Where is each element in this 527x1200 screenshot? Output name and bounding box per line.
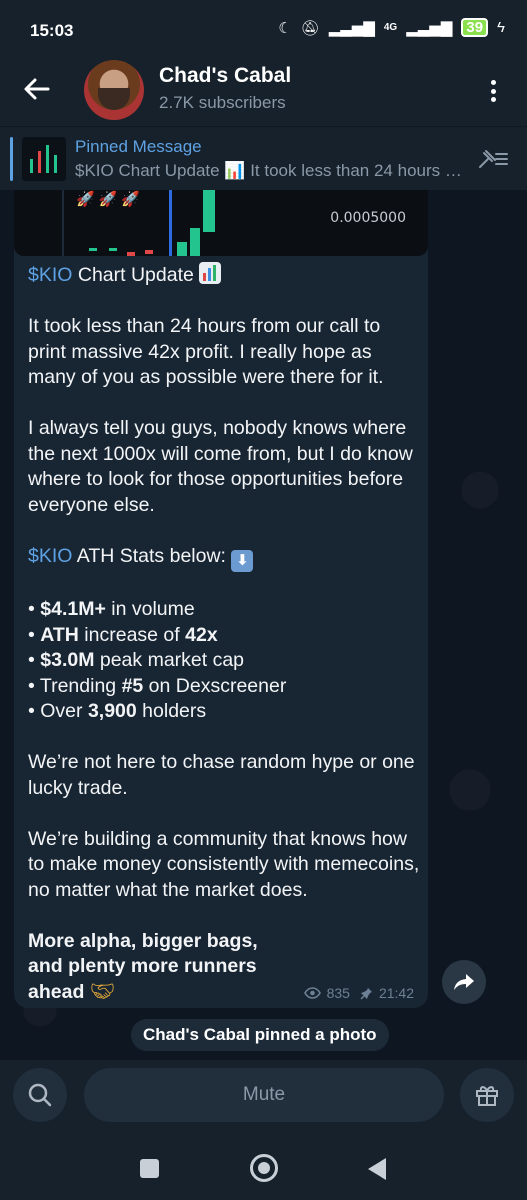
channel-title[interactable]: Chad's Cabal xyxy=(159,64,291,88)
bar-chart-icon xyxy=(199,262,222,284)
chart-candle xyxy=(203,190,215,232)
pinned-message-bar[interactable]: Pinned Message $KIO Chart Update 📊 It to… xyxy=(0,126,527,190)
signal-icon: ▂▃▅▇ xyxy=(328,19,375,37)
pinned-list-button[interactable] xyxy=(477,147,509,171)
pinned-title: Pinned Message xyxy=(75,137,202,156)
handshake-icon: 🤝︎ xyxy=(89,980,116,1003)
chart-price-label: 0.0005000 xyxy=(330,210,406,226)
list-item: • $3.0M peak market cap xyxy=(28,649,245,671)
chart-candle xyxy=(190,228,200,256)
message-paragraph-3: We’re not here to chase random hype or o… xyxy=(28,751,415,799)
pinned-indicator xyxy=(10,137,13,181)
pinned-thumbnail xyxy=(22,137,66,181)
stat-text: on Dexscreener xyxy=(143,674,287,697)
dot-icon xyxy=(490,80,496,85)
more-options-button[interactable] xyxy=(483,76,503,106)
mute-button[interactable]: Mute xyxy=(84,1068,444,1122)
view-count: 835 xyxy=(326,985,350,1001)
signal-icon-2: ▂▃▅▇ xyxy=(406,19,453,37)
share-arrow-icon xyxy=(454,974,474,990)
list-item: • Over 3,900 holders xyxy=(28,700,207,722)
chart-candle xyxy=(177,242,187,256)
stat-value: 42x xyxy=(185,623,218,646)
chart-candle xyxy=(127,252,135,256)
stat-text: Trending xyxy=(39,674,122,697)
chart-photo[interactable]: 🚀🚀🚀 0.0005000 xyxy=(14,190,428,256)
thumb-candle xyxy=(30,159,33,173)
stat-text: in volume xyxy=(105,598,195,620)
rocket-emojis: 🚀🚀🚀 xyxy=(76,191,145,208)
stat-text: increase of xyxy=(78,623,186,646)
chart-gridline xyxy=(62,190,64,256)
bottom-bar: Mute xyxy=(0,1060,527,1130)
stat-value: #5 xyxy=(121,674,144,697)
battery-icon: 39 xyxy=(461,18,489,37)
chart-candle xyxy=(89,248,97,251)
message-paragraph-1: It took less than 24 hours from our call… xyxy=(28,315,384,388)
subscriber-count: 2.7K subscribers xyxy=(159,93,286,112)
stats-list: • $4.1M+ in volume • ATH increase of 42x… xyxy=(28,597,423,725)
pin-icon xyxy=(360,987,372,1000)
heading-text: Chart Update xyxy=(72,264,200,286)
chart-candle xyxy=(109,248,117,251)
forward-button[interactable] xyxy=(442,960,486,1004)
cashtag-link[interactable]: $KIO xyxy=(28,264,72,286)
message-paragraph-4: We’re building a community that knows ho… xyxy=(28,827,420,901)
eye-icon xyxy=(303,987,321,999)
stat-value: ATH xyxy=(40,623,79,646)
status-time: 15:03 xyxy=(30,21,74,40)
message-text: $KIO Chart Update It took less than 24 h… xyxy=(28,262,423,1005)
message-meta: 835 21:42 xyxy=(303,985,414,1001)
stat-value: $3.0M xyxy=(40,649,95,671)
chat-header: Chad's Cabal 2.7K subscribers xyxy=(0,56,527,126)
stat-value: $4.1M+ xyxy=(40,598,106,620)
message-heading: $KIO Chart Update xyxy=(28,262,423,289)
message-bubble[interactable]: 🚀🚀🚀 0.0005000 $KIO Chart Update It took … xyxy=(14,190,428,1008)
dot-icon xyxy=(490,97,496,102)
cashtag-link[interactable]: $KIO xyxy=(28,545,72,567)
closing-text: More alpha, bigger bags, and plenty more… xyxy=(28,929,258,1003)
status-icons: ☾ 🔕︎ ▂▃▅▇ 4G ▂▃▅▇ 39 ϟ xyxy=(278,18,505,37)
back-button[interactable] xyxy=(22,74,52,104)
dot-icon xyxy=(490,88,496,94)
charging-icon: ϟ xyxy=(497,19,505,36)
recents-button[interactable] xyxy=(140,1159,159,1178)
list-item: • $4.1M+ in volume xyxy=(28,598,195,620)
system-nav-bar xyxy=(0,1130,527,1200)
chart-candle xyxy=(145,250,153,254)
pinned-preview: $KIO Chart Update 📊 It took less than 24… xyxy=(75,161,465,180)
service-message: Chad's Cabal pinned a photo xyxy=(131,1019,389,1051)
search-icon xyxy=(28,1083,52,1107)
muted-bell-icon: 🔕︎ xyxy=(300,19,320,37)
list-item: • ATH increase of 42x xyxy=(28,623,218,646)
stat-text: Over xyxy=(40,700,88,722)
stat-text: peak market cap xyxy=(94,649,245,671)
thumb-candle xyxy=(54,155,57,173)
moon-icon: ☾ xyxy=(278,19,292,37)
stat-text: holders xyxy=(136,700,207,722)
thumb-candle xyxy=(46,145,49,173)
pin-list-icon xyxy=(479,150,508,168)
gift-icon xyxy=(476,1086,498,1106)
home-button[interactable] xyxy=(250,1154,278,1182)
stats-heading-text: ATH Stats below: xyxy=(72,544,232,567)
message-time: 21:42 xyxy=(378,985,414,1001)
stats-heading: $KIO ATH Stats below: ⬇ xyxy=(28,544,423,572)
stat-value: 3,900 xyxy=(87,700,137,722)
network-type: 4G xyxy=(383,22,398,33)
back-arrow-icon xyxy=(24,78,50,100)
list-item: • Trending #5 on Dexscreener xyxy=(28,674,287,697)
thumb-candle xyxy=(38,151,41,173)
system-back-button[interactable] xyxy=(368,1158,386,1180)
status-bar: 15:03 ☾ 🔕︎ ▂▃▅▇ 4G ▂▃▅▇ 39 ϟ xyxy=(0,0,527,62)
down-arrow-icon: ⬇ xyxy=(231,549,254,572)
channel-avatar[interactable] xyxy=(84,60,144,120)
message-paragraph-2: I always tell you guys, nobody knows whe… xyxy=(28,417,413,516)
gift-button[interactable] xyxy=(460,1068,514,1122)
chart-marker-line xyxy=(169,190,172,256)
search-button[interactable] xyxy=(13,1068,67,1122)
message-closing: More alpha, bigger bags, and plenty more… xyxy=(28,929,258,1006)
